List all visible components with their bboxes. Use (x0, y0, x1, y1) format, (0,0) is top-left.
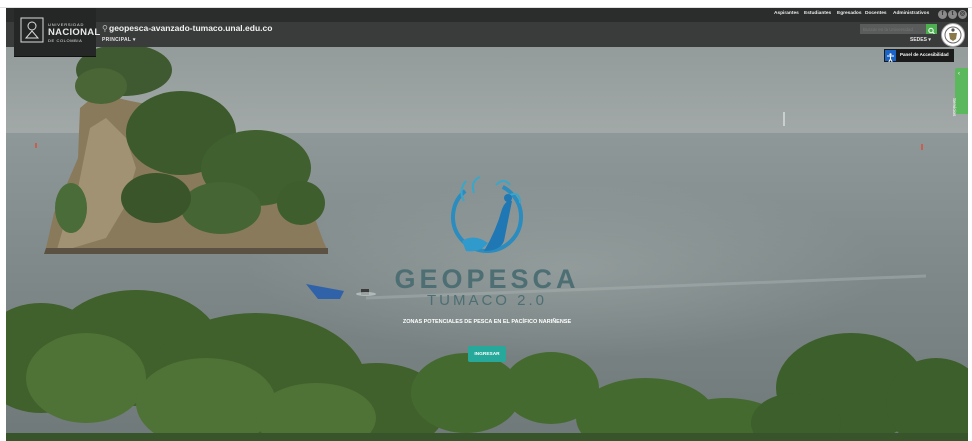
nav-principal-menu[interactable]: PRINCIPAL ▾ (102, 37, 136, 43)
crest-graphic (944, 26, 962, 44)
colombia-crest-icon[interactable] (941, 23, 965, 47)
hero-subtitle: TUMACO 2.0 (426, 292, 547, 309)
hero-tagline: ZONAS POTENCIALES DE PESCA EN EL PACÍFIC… (402, 319, 572, 325)
accessibility-panel-label: Panel de Accesibilidad (900, 52, 949, 57)
search-icon (928, 27, 935, 35)
main-header-bar: ⚲ geopesca-avanzado-tumaco.unal.edu.co P… (6, 22, 968, 47)
geopesca-logo-icon (451, 176, 523, 253)
top-link-administrativos[interactable]: Administrativos (893, 11, 929, 16)
chevron-down-icon: ▾ (928, 37, 931, 43)
university-logo[interactable]: UNIVERSIDAD NACIONAL DE COLOMBIA (14, 8, 100, 57)
logo-line-2: NACIONAL (48, 27, 101, 38)
twitter-icon[interactable]: t (948, 10, 957, 19)
page-frame: GEOPESCA TUMACO 2.0 ZONAS POTENCIALES DE… (6, 8, 968, 441)
top-link-docentes[interactable]: Docentes (865, 11, 887, 16)
sedes-label: SEDES (910, 37, 927, 43)
services-tab[interactable]: ‹ Servicios (952, 68, 968, 117)
location-pin-icon: ⚲ (102, 24, 108, 33)
instagram-icon[interactable]: ◎ (958, 10, 967, 19)
top-link-aspirantes[interactable]: Aspirantes (774, 11, 799, 16)
facebook-icon[interactable]: f (938, 10, 947, 19)
start-button[interactable]: INGRESAR (468, 346, 506, 362)
top-links-bar: Aspirantes Estudiantes Egresados Docente… (6, 8, 968, 22)
search-button[interactable] (926, 24, 937, 35)
search-input[interactable] (860, 24, 926, 34)
services-tab-label: Servicios (952, 98, 957, 117)
university-emblem-icon (20, 17, 44, 43)
top-link-egresados[interactable]: Egresados (837, 11, 862, 16)
accessibility-panel-button[interactable]: Panel de Accesibilidad (884, 49, 954, 63)
site-url[interactable]: geopesca-avanzado-tumaco.unal.edu.co (109, 23, 272, 33)
logo-line-3: DE COLOMBIA (48, 38, 83, 43)
accessibility-icon (885, 50, 896, 63)
top-link-estudiantes[interactable]: Estudiantes (804, 11, 831, 16)
chevron-down-icon: ▾ (132, 37, 136, 43)
chevron-left-icon: ‹ (958, 71, 960, 77)
nav-principal-label: PRINCIPAL (102, 37, 132, 43)
sedes-menu[interactable]: SEDES ▾ (910, 37, 931, 43)
hero-title: GEOPESCA (394, 264, 580, 294)
